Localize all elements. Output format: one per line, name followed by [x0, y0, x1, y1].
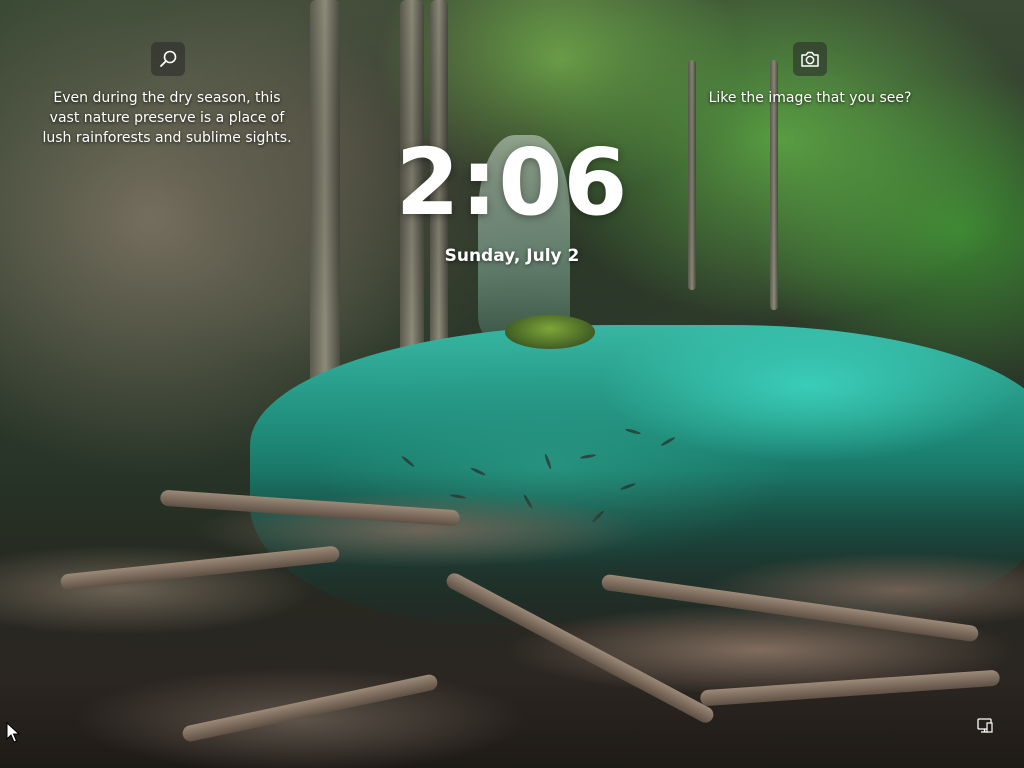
- like-image-button[interactable]: [793, 42, 827, 76]
- network-status-button[interactable]: [972, 714, 998, 738]
- camera-icon: [801, 51, 819, 67]
- clock-time: 2:06: [395, 129, 629, 236]
- like-image-prompt[interactable]: Like the image that you see?: [700, 88, 920, 108]
- mouse-pointer-icon: [6, 722, 20, 743]
- network-icon: [977, 718, 993, 733]
- clock-date: Sunday, July 2: [444, 246, 580, 266]
- search-icon: [160, 50, 177, 67]
- learn-about-image-button[interactable]: [151, 42, 185, 76]
- lock-screen[interactable]: Even during the dry season, this vast na…: [0, 0, 1024, 768]
